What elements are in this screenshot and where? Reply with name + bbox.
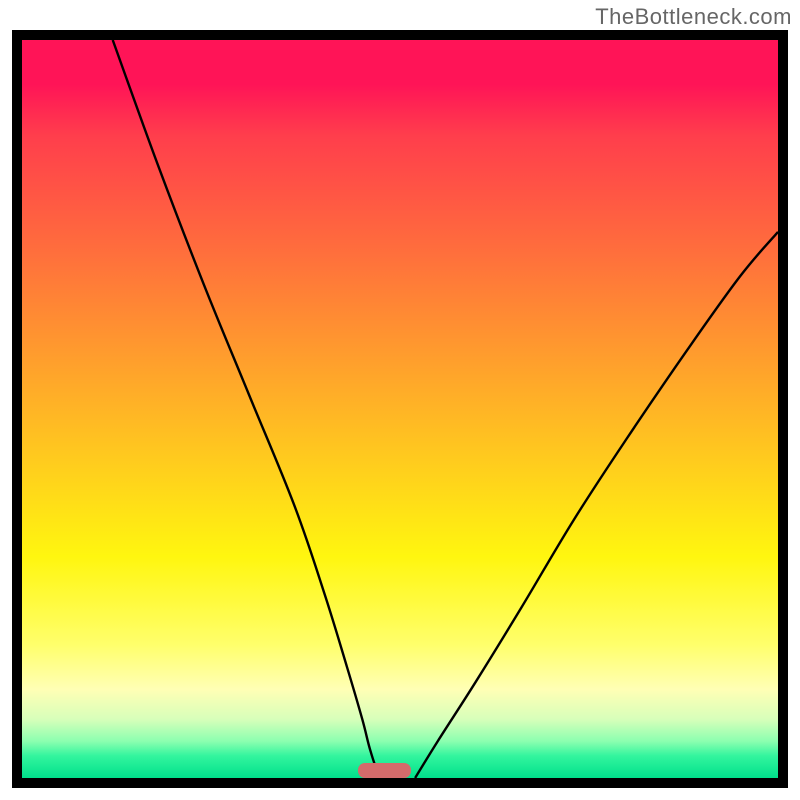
optimal-marker bbox=[358, 763, 411, 778]
chart-root: TheBottleneck.com bbox=[0, 0, 800, 800]
attribution-label: TheBottleneck.com bbox=[595, 4, 792, 30]
chart-frame bbox=[12, 30, 788, 788]
bottleneck-curve bbox=[22, 40, 778, 778]
